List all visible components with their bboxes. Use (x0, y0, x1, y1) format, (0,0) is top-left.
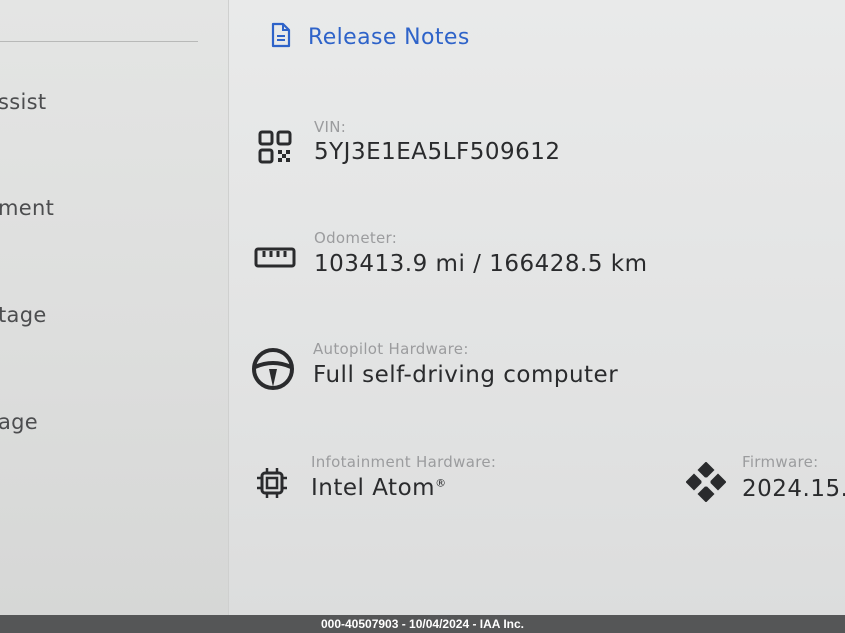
infotainment-hardware-label: Infotainment Hardware: (311, 453, 497, 471)
odometer-label: Odometer: (314, 229, 398, 247)
ruler-icon (254, 246, 296, 274)
steering-wheel-icon (251, 347, 295, 395)
release-notes-label: Release Notes (308, 24, 470, 50)
vin-value: 5YJ3E1EA5LF509612 (314, 139, 561, 165)
sidebar-item-usage[interactable]: age (0, 410, 38, 434)
firmware-label: Firmware: (742, 453, 819, 471)
chip-icon (255, 466, 289, 504)
software-panel (229, 0, 845, 615)
qr-code-icon (258, 130, 292, 168)
sidebar: ssist ment tage age (0, 0, 229, 615)
infotainment-hardware-value-wrap: Intel Atom® (311, 475, 447, 501)
autopilot-hardware-value: Full self-driving computer (313, 362, 619, 388)
firmware-value: 2024.15. (742, 476, 845, 502)
sidebar-divider (0, 41, 198, 42)
autopilot-hardware-label: Autopilot Hardware: (313, 340, 469, 358)
infotainment-hardware-value: Intel Atom (311, 475, 436, 501)
sidebar-item-autopilot-assist[interactable]: ssist (0, 90, 46, 114)
sidebar-item-voltage[interactable]: tage (0, 303, 47, 327)
odometer-value: 103413.9 mi / 166428.5 km (314, 251, 648, 277)
sidebar-item-management[interactable]: ment (0, 196, 54, 220)
document-icon (270, 22, 292, 52)
watermark-footer: 000-40507903 - 10/04/2024 - IAA Inc. (0, 615, 845, 633)
registered-mark: ® (435, 476, 447, 490)
release-notes-link[interactable]: Release Notes (270, 22, 470, 52)
firmware-icon (685, 461, 727, 506)
vin-label: VIN: (314, 118, 347, 136)
